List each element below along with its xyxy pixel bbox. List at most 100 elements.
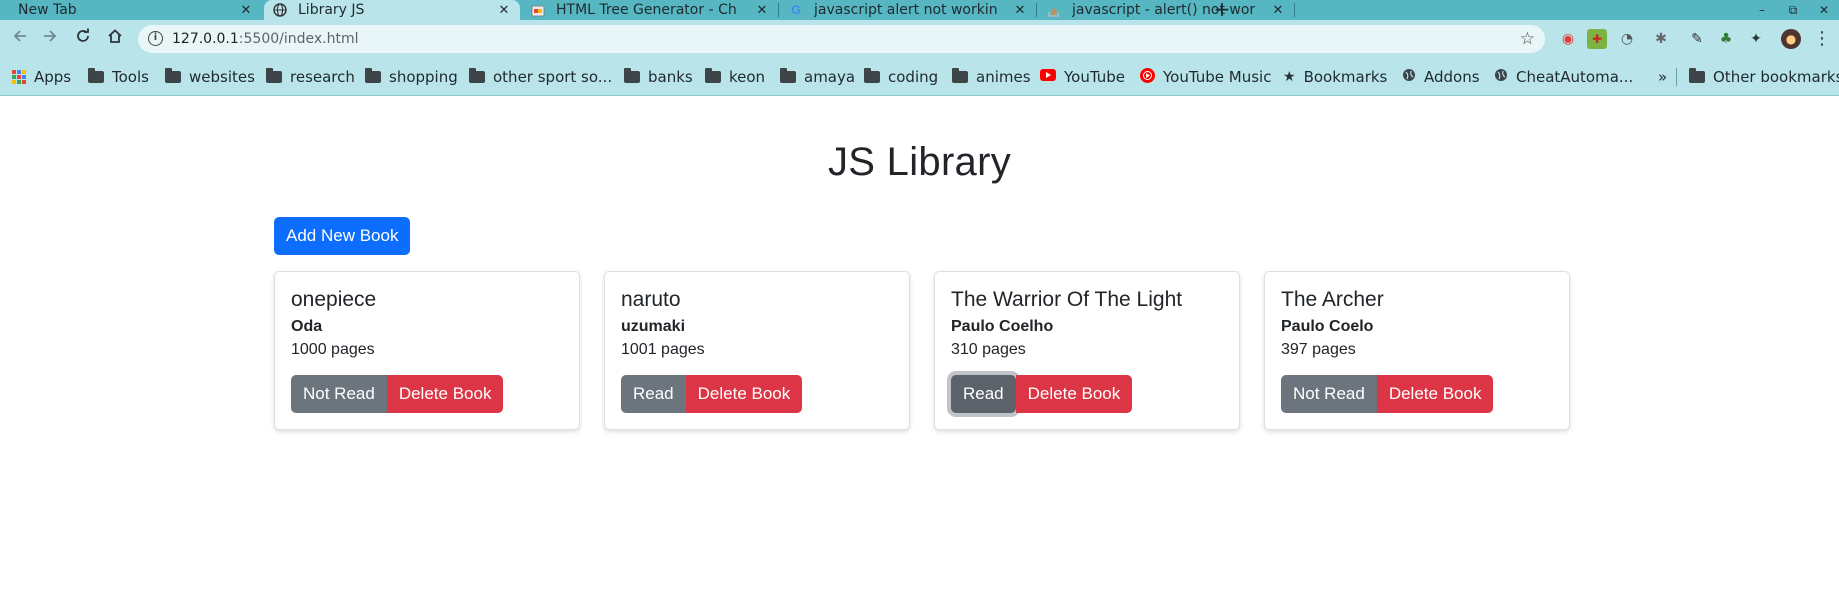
bookmark-bookmarks[interactable]: ★ Bookmarks [1283, 58, 1387, 96]
bookmarks-divider [1676, 68, 1677, 86]
window-close-icon[interactable]: ✕ [1810, 0, 1838, 20]
book-pages: 310 pages [951, 341, 1026, 358]
extension-colorful-icon[interactable]: ✚ [1587, 29, 1607, 49]
menu-kebab-icon[interactable]: ⋮ [1812, 29, 1832, 49]
book-title: onepiece [291, 288, 377, 311]
bookmark-star-icon[interactable]: ☆ [1520, 25, 1535, 53]
extension-bug-icon[interactable]: ✱ [1651, 29, 1671, 49]
tab-title: javascript - alert() not wor [1072, 2, 1256, 18]
bookmarks-bar: Apps Tools websites research shopping ot… [0, 58, 1839, 96]
bookmark-youtube[interactable]: YouTube [1040, 58, 1125, 96]
bookmark-folder-banks[interactable]: banks [624, 58, 693, 96]
tab-title: HTML Tree Generator - Ch [556, 2, 737, 18]
book-pages: 1001 pages [621, 341, 705, 358]
globe-icon [272, 2, 288, 18]
globe-icon [1402, 68, 1416, 86]
address-bar[interactable]: i 127.0.0.1:5500/index.html ☆ [138, 25, 1545, 53]
back-arrow-icon[interactable] [8, 27, 32, 51]
bookmark-label: websites [189, 68, 255, 86]
extension-red-icon[interactable]: ◉ [1558, 29, 1578, 49]
toggle-read-button[interactable]: Read [951, 375, 1016, 413]
add-new-book-button[interactable]: Add New Book [274, 217, 411, 255]
home-icon[interactable] [103, 27, 127, 51]
book-author: Paulo Coelo [1281, 318, 1374, 335]
folder-icon [780, 68, 796, 83]
tab-html-tree-generator[interactable]: HTML Tree Generator - Ch ✕ [522, 0, 778, 20]
bookmark-youtube-music[interactable]: YouTube Music [1140, 58, 1271, 96]
bookmark-addons[interactable]: Addons [1402, 58, 1480, 96]
tab-new-tab[interactable]: New Tab ✕ [0, 0, 262, 20]
bookmark-label: Apps [34, 68, 72, 86]
eyedropper-icon[interactable]: ✎ [1687, 29, 1707, 49]
book-actions: Not Read Delete Book [1281, 375, 1494, 413]
folder-icon [864, 68, 880, 83]
bookmarks-overflow-chevron-icon[interactable]: » [1658, 58, 1667, 96]
folder-icon [1689, 68, 1705, 83]
apps-grid-icon [12, 70, 26, 84]
tab-stackoverflow[interactable]: javascript - alert() not wor ✕ [1038, 0, 1294, 20]
bookmark-folder-amaya[interactable]: amaya [780, 58, 855, 96]
tab-google-search[interactable]: G javascript alert not workin ✕ [780, 0, 1036, 20]
bookmark-cheatautomation[interactable]: CheatAutoma... [1494, 58, 1633, 96]
url-text[interactable]: 127.0.0.1:5500/index.html [172, 25, 359, 53]
delete-book-button[interactable]: Delete Book [1376, 375, 1494, 413]
folder-icon [88, 68, 104, 83]
bookmark-label: amaya [804, 68, 856, 86]
new-tab-button[interactable]: + [1210, 0, 1234, 20]
youtube-music-icon [1140, 67, 1155, 87]
bookmark-folder-animes[interactable]: animes [952, 58, 1031, 96]
book-card: onepiece Oda 1000 pages Not Read Delete … [274, 271, 580, 430]
bookmark-label: Bookmarks [1303, 68, 1388, 86]
folder-icon [165, 68, 181, 83]
close-icon[interactable]: ✕ [238, 3, 254, 18]
toggle-read-button[interactable]: Not Read [291, 375, 387, 413]
bookmark-folder-tools[interactable]: Tools [88, 58, 149, 96]
avatar[interactable]: ● [1781, 29, 1801, 49]
puzzle-icon[interactable]: ✦ [1746, 29, 1766, 49]
info-icon[interactable]: i [148, 31, 163, 46]
toggle-read-button[interactable]: Not Read [1281, 375, 1377, 413]
book-list: onepiece Oda 1000 pages Not Read Delete … [274, 271, 1570, 430]
close-icon[interactable]: ✕ [1012, 3, 1028, 18]
bookmark-folder-shopping[interactable]: shopping [365, 58, 458, 96]
bookmark-label: animes [976, 68, 1031, 86]
bookmark-label: YouTube [1064, 68, 1125, 86]
bookmark-label: CheatAutoma... [1516, 68, 1634, 86]
tab-separator [778, 3, 779, 17]
extension-tree-icon[interactable]: ♣ [1716, 29, 1736, 49]
tab-library-js[interactable]: Library JS ✕ [264, 0, 520, 20]
close-icon[interactable]: ✕ [754, 3, 770, 18]
bookmark-folder-keon[interactable]: keon [705, 58, 765, 96]
book-card: The Warrior Of The Light Paulo Coelho 31… [934, 271, 1240, 430]
book-title: The Warrior Of The Light [951, 288, 1183, 311]
restore-icon[interactable]: ⧉ [1779, 0, 1807, 20]
page-title: JS Library [827, 140, 1012, 184]
tab-strip: New Tab ✕ Library JS ✕ HTML Tree Generat… [0, 0, 1839, 20]
delete-book-button[interactable]: Delete Book [386, 375, 504, 413]
bookmark-folder-other-sport[interactable]: other sport so... [469, 58, 612, 96]
book-pages: 397 pages [1281, 341, 1356, 358]
delete-book-button[interactable]: Delete Book [1015, 375, 1133, 413]
bookmark-folder-websites[interactable]: websites [165, 58, 255, 96]
bookmark-other-bookmarks[interactable]: Other bookmarks [1689, 58, 1839, 96]
url-host: 127.0.0.1 [172, 31, 239, 47]
reload-icon[interactable] [71, 27, 95, 51]
chrome-store-icon [530, 2, 546, 18]
close-icon[interactable]: ✕ [1270, 3, 1286, 18]
bookmark-label: Other bookmarks [1713, 68, 1839, 86]
book-actions: Read Delete Book [621, 375, 803, 413]
forward-arrow-icon[interactable] [38, 27, 62, 51]
minimize-icon[interactable]: – [1748, 0, 1776, 20]
book-author: Paulo Coelho [951, 318, 1054, 335]
stackoverflow-icon [1046, 2, 1062, 18]
toggle-read-button[interactable]: Read [621, 375, 686, 413]
close-icon[interactable]: ✕ [496, 3, 512, 18]
bookmark-label: coding [888, 68, 939, 86]
bookmark-folder-coding[interactable]: coding [864, 58, 938, 96]
bookmark-label: other sport so... [493, 68, 613, 86]
delete-book-button[interactable]: Delete Book [685, 375, 803, 413]
bookmark-apps[interactable]: Apps [12, 58, 71, 96]
bookmark-folder-research[interactable]: research [266, 58, 355, 96]
bookmark-label: research [290, 68, 355, 86]
extension-gray-icon[interactable]: ◔ [1617, 29, 1637, 49]
